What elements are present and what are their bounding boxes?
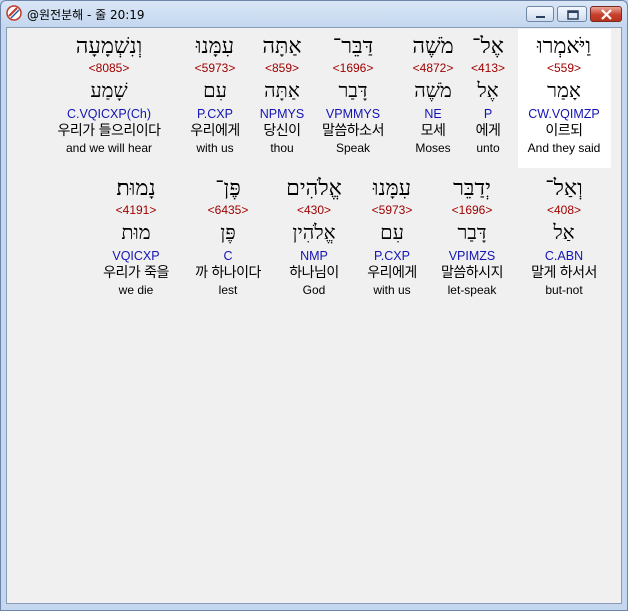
korean-gloss: 까 하나이다 (195, 265, 261, 281)
parsing-code: C.VQICXP(Ch) (66, 107, 152, 121)
minimize-icon (536, 16, 545, 18)
hebrew-word: נָמוּת׃ (116, 176, 156, 201)
minimize-button[interactable] (526, 6, 554, 22)
english-gloss: with us (196, 141, 234, 155)
korean-gloss: 우리에게 (190, 123, 240, 139)
maximize-icon (567, 10, 579, 20)
hebrew-word: אֱלֹהִים (286, 176, 342, 201)
hebrew-word: פֶּן־ (215, 176, 241, 201)
strong-number[interactable]: <6435> (180, 202, 276, 218)
english-gloss: we die (118, 283, 154, 297)
korean-gloss: 우리가 죽을 (103, 265, 169, 281)
word-cell[interactable]: וְנִשְׁמָעָה <8085> שָׁמַע C.VQICXP(Ch) … (47, 34, 171, 156)
korean-gloss: 하나님이 (289, 265, 339, 281)
strong-number[interactable]: <5973> (167, 60, 263, 76)
lemma: עִם (203, 78, 227, 102)
lemma: פֶּן (220, 220, 236, 244)
parsing-code: P.CXP (197, 107, 233, 121)
word-cell[interactable]: עִמָּנוּ <5973> עִם P.CXP 우리에게 with us (167, 34, 263, 156)
app-logo-icon (6, 5, 22, 21)
hebrew-word: וְנִשְׁמָעָה (75, 34, 143, 59)
title-bar[interactable]: @원전분해 - 줄 20:19 (1, 1, 627, 27)
english-gloss: and we will hear (65, 141, 153, 155)
word-cell[interactable]: פֶּן־ <6435> פֶּן C 까 하나이다 lest (180, 176, 276, 298)
strong-number[interactable]: <408> (516, 202, 612, 218)
lemma: אֱלֹהִין (292, 220, 336, 244)
english-gloss: but-not (545, 283, 583, 297)
parsing-code: NMP (300, 249, 328, 263)
hebrew-word: עִמָּנוּ (195, 34, 235, 59)
english-gloss: God (302, 283, 326, 297)
app-window: @원전분해 - 줄 20:19 וַיֹּאמְרוּ <559> אָמַר … (0, 0, 628, 611)
lemma: מוּת (121, 220, 151, 244)
parsing-code: C.ABN (544, 249, 584, 263)
parsing-code: VQICXP (112, 249, 160, 263)
word-cell[interactable]: וְאַל־ <408> אַל C.ABN 말게 하서서 but-not (516, 176, 612, 298)
hebrew-word: וְאַל־ (545, 176, 583, 201)
strong-number[interactable]: <430> (266, 202, 362, 218)
maximize-button[interactable] (557, 6, 587, 22)
parsing-code: C (223, 249, 233, 263)
window-title: @원전분해 - 줄 20:19 (27, 8, 145, 22)
english-gloss: lest (218, 283, 238, 297)
close-button[interactable] (590, 6, 622, 22)
close-icon (601, 9, 612, 20)
word-cell[interactable]: נָמוּת׃ <4191> מוּת VQICXP 우리가 죽을 we die (88, 176, 184, 298)
strong-number[interactable]: <8085> (47, 60, 171, 76)
korean-gloss: 우리가 들으리이다 (57, 123, 162, 139)
lemma: שָׁמַע (90, 78, 128, 102)
korean-gloss: 말게 하서서 (531, 265, 597, 281)
strong-number[interactable]: <4191> (88, 202, 184, 218)
analysis-pane[interactable]: וַיֹּאמְרוּ <559> אָמַר CW.VQIMZP 이르되 An… (6, 27, 622, 604)
lemma: אַל (553, 220, 575, 244)
word-cell[interactable]: אֱלֹהִים <430> אֱלֹהִין NMP 하나님이 God (266, 176, 362, 298)
